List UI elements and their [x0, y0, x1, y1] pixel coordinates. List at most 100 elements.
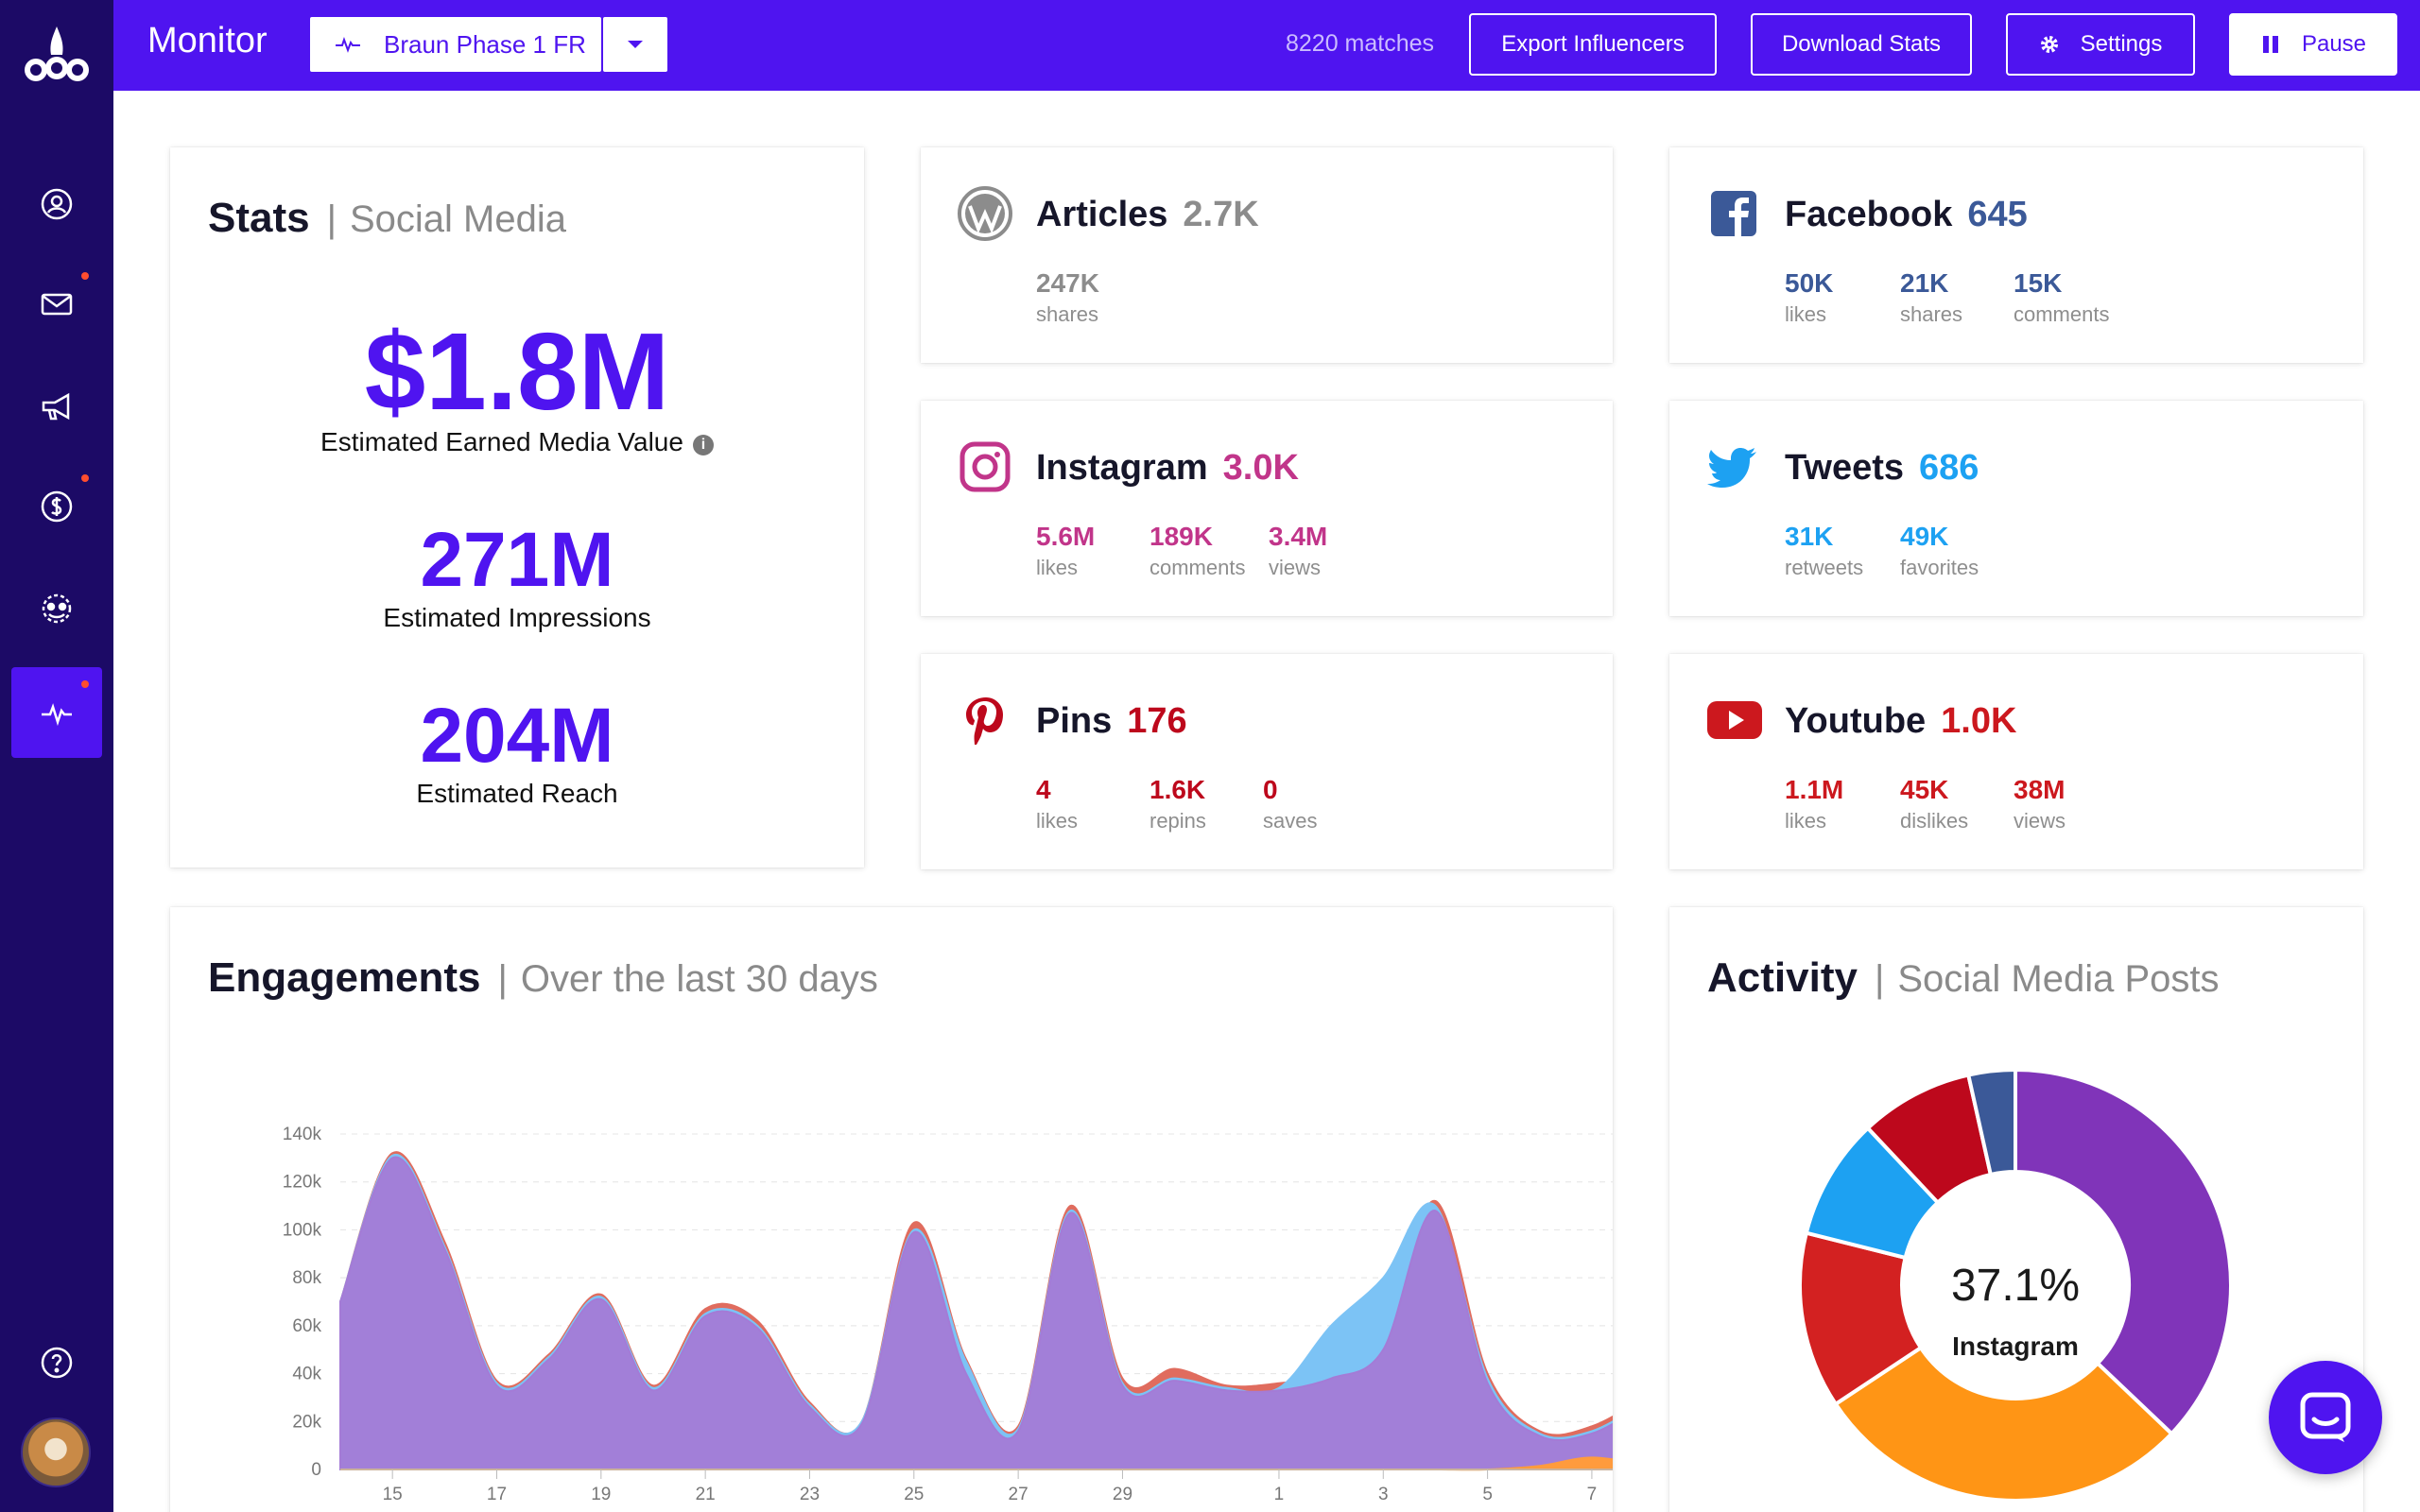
platform-title: Tweets 686 [1785, 448, 1979, 489]
metric-value: 247K [1036, 268, 1099, 298]
info-icon[interactable]: i [692, 435, 714, 455]
export-influencers-button[interactable]: Export Influencers [1469, 13, 1717, 76]
platform-title: Youtube 1.0K [1785, 701, 2016, 742]
metric: 189K comments [1150, 522, 1245, 580]
y-tick-label: 40k [292, 1365, 321, 1384]
metric: 21K shares [1900, 268, 1962, 327]
chat-icon [2300, 1392, 2351, 1442]
metric: 4 likes [1036, 775, 1078, 833]
donut-center-value: 37.1% [1951, 1261, 2080, 1311]
sidebar [0, 0, 113, 1512]
articles-card[interactable]: Articles 2.7K 247K shares [921, 147, 1613, 363]
tweets-count: 686 [1919, 448, 1979, 488]
pins-card[interactable]: Pins 176 4 likes 1.6K repins 0 saves [921, 654, 1613, 869]
metric-value: 49K [1900, 522, 1949, 551]
metric-label: views [2014, 809, 2066, 833]
emv-label-row: Estimated Earned Media Value i [170, 427, 864, 457]
metric: 1.1M likes [1785, 775, 1843, 833]
metric: 5.6M likes [1036, 522, 1095, 580]
metric-label: comments [1150, 556, 1246, 579]
x-tick-label: 21 [696, 1485, 716, 1504]
activity-card: ActivitySocial Media Posts 37.1% Instagr… [1669, 907, 2363, 1512]
donut-slice-instagram[interactable] [2014, 1067, 2233, 1436]
instagram-card[interactable]: Instagram 3.0K 5.6M likes 189K comments 3.4… [921, 401, 1613, 616]
impressions-label: Estimated Impressions [383, 603, 651, 632]
campaign-select[interactable]: Braun Phase 1 FR [310, 17, 601, 72]
metric-value: 50K [1785, 268, 1834, 298]
pins-name: Pins [1036, 701, 1113, 741]
notification-dot [81, 474, 89, 482]
platform-title: Articles 2.7K [1036, 195, 1259, 235]
metric: 50K likes [1785, 268, 1833, 327]
metric-label: repins [1150, 809, 1206, 833]
emv-value: $1.8M [364, 310, 670, 433]
page-title: Monitor [147, 21, 268, 60]
app-logo-icon[interactable] [21, 23, 93, 89]
nav-profiles[interactable] [11, 159, 102, 249]
mail-icon [41, 293, 73, 316]
youtube-name: Youtube [1785, 701, 1927, 741]
y-tick-label: 120k [283, 1173, 322, 1193]
pulse-icon [336, 36, 360, 53]
y-tick-label: 0 [311, 1460, 321, 1480]
articles-name: Articles [1036, 195, 1168, 234]
metric: 31K retweets [1785, 522, 1863, 580]
articles-count: 2.7K [1183, 195, 1259, 234]
area-series[interactable] [339, 1156, 1613, 1470]
x-tick-label: 27 [1009, 1485, 1028, 1504]
pause-button[interactable]: Pause [2229, 13, 2397, 76]
nav-campaigns[interactable] [11, 361, 102, 452]
nav-help[interactable] [11, 1317, 102, 1408]
campaign-dropdown-button[interactable] [603, 17, 667, 72]
pulse-icon [42, 703, 72, 727]
wordpress-icon [958, 186, 1012, 241]
chat-launcher-button[interactable] [2269, 1361, 2382, 1474]
y-tick-label: 60k [292, 1316, 321, 1336]
tweets-name: Tweets [1785, 448, 1905, 488]
donut-center-label: Instagram [1952, 1332, 2079, 1361]
download-stats-button[interactable]: Download Stats [1751, 13, 1972, 76]
youtube-count: 1.0K [1941, 701, 2017, 741]
y-tick-label: 100k [283, 1220, 322, 1240]
impressions-value: 271M [420, 517, 614, 603]
gear-icon [2040, 36, 2058, 53]
nav-monitor[interactable] [11, 667, 102, 758]
nav-messages[interactable] [11, 259, 102, 350]
metric-label: likes [1036, 556, 1079, 579]
youtube-icon [1707, 701, 1762, 739]
nav-payments[interactable] [11, 461, 102, 552]
tweets-card[interactable]: Tweets 686 31K retweets 49K favorites [1669, 401, 2363, 616]
metric-label: likes [1785, 302, 1827, 326]
x-tick-label: 15 [383, 1485, 403, 1504]
metric-value: 3.4M [1269, 522, 1328, 551]
metric-label: shares [1036, 302, 1099, 326]
group-icon [42, 593, 72, 624]
metric-value: 1.6K [1150, 775, 1206, 804]
engagements-chart[interactable]: 020k40k60k80k100k120k140k15 17 19 21 23 25 27 2… [170, 907, 1613, 1512]
top-bar: Monitor Braun Phase 1 FR 8220 matches Ex… [113, 0, 2420, 91]
campaign-name: Braun Phase 1 FR [384, 29, 586, 59]
platform-title: Instagram 3.0K [1036, 448, 1299, 489]
metric-value: 21K [1900, 268, 1949, 298]
x-tick-label: 23 [800, 1485, 820, 1504]
activity-donut-chart[interactable]: 37.1% Instagram [1669, 907, 2363, 1512]
pause-label: Pause [2301, 31, 2367, 57]
instagram-name: Instagram [1036, 448, 1208, 488]
facebook-icon [1711, 191, 1756, 236]
platform-title: Facebook 645 [1785, 195, 2028, 235]
settings-button[interactable]: Settings [2006, 13, 2195, 76]
metric-value: 1.1M [1785, 775, 1844, 804]
facebook-card[interactable]: Facebook 645 50K likes 21K shares 15K commen… [1669, 147, 2363, 363]
x-tick-label: 3 [1378, 1485, 1389, 1504]
stats-title: Stats [208, 195, 310, 241]
y-tick-label: 80k [292, 1268, 321, 1288]
user-avatar[interactable] [21, 1418, 91, 1487]
metric-label: likes [1036, 809, 1079, 833]
youtube-card[interactable]: Youtube 1.0K 1.1M likes 45K dislikes 38M vie… [1669, 654, 2363, 869]
dollar-icon [41, 490, 73, 523]
nav-community[interactable] [11, 563, 102, 654]
metric-label: comments [2014, 302, 2110, 326]
metric-value: 15K [2014, 268, 2063, 298]
metric: 1.6K repins [1150, 775, 1206, 833]
metric-value: 189K [1150, 522, 1213, 551]
